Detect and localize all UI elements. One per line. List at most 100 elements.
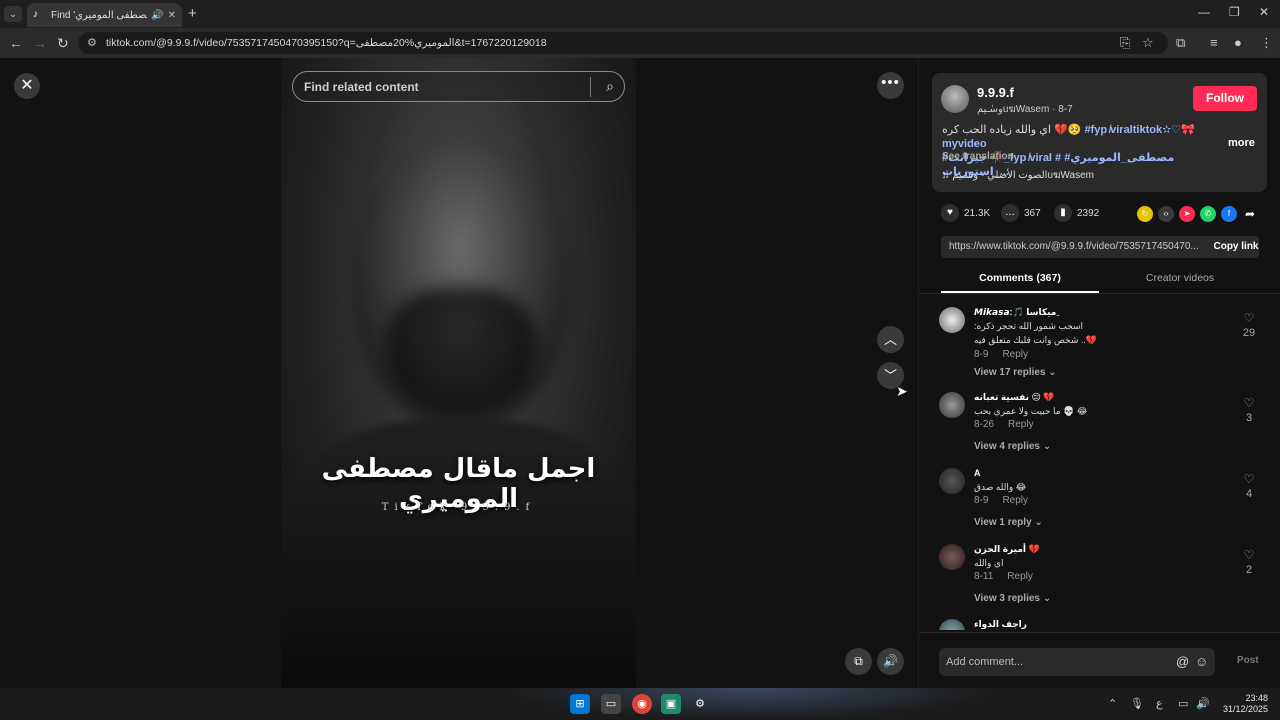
share-link-box[interactable]: https://www.tiktok.com/@9.9.9.f/video/75… [941,236,1259,258]
comment-like-count: 3 [1245,412,1253,424]
microphone-icon[interactable]: 🎙 [1130,697,1144,710]
forward-icon[interactable]: → [33,35,47,51]
view-replies-button[interactable]: View 1 reply ⌄ [974,517,1043,528]
settings-icon[interactable]: ⚙ [690,694,710,714]
author-name[interactable]: 9.9.9.f [977,85,1014,100]
reply-button[interactable]: Reply [1008,419,1034,430]
tab-comments[interactable]: Comments (367) [941,268,1099,293]
volume-button[interactable]: 🔊 [877,648,904,675]
comment-user[interactable]: راجف الدواء [974,619,1027,630]
comment-stat[interactable]: … 367 [1001,204,1041,222]
comment-user[interactable]: أميرة الحزن 💔 [974,544,1040,555]
tab-list-button[interactable]: ⌄ [4,6,22,22]
view-replies-button[interactable]: View 17 replies ⌄ [974,367,1057,378]
like-stat[interactable]: ♥ 21.3K [941,204,990,222]
comment-meta: 8-9 Reply [974,495,1028,506]
chrome-icon[interactable]: ◉ [632,694,652,714]
video-watermark: TikTok 9.9.9.f [381,502,536,513]
file-explorer-icon[interactable]: ▭ [601,694,621,714]
more-options-button[interactable]: ••• [877,72,904,99]
browser-tab[interactable]: ♪ Find 'مصطفى الموميري' on TikTok 🔊 ✕ [27,3,182,27]
view-replies-label: View 4 replies [974,441,1040,452]
author-subtitle: وسٰـيمuฆWasem · 8-7 [977,104,1073,115]
comment-like[interactable]: ♡ 29 [1237,311,1261,339]
music-link[interactable]: ♫ الصوت الأصلي - وسٰـيمuฆWasem [942,168,1094,183]
previous-video-button[interactable]: ︿ [877,326,904,353]
emoji-icon[interactable]: ☺ [1195,648,1208,676]
close-video-button[interactable]: ✕ [14,73,40,99]
find-related-search[interactable]: Find related content ⌕ [292,71,625,102]
mention-icon[interactable]: @ [1176,648,1189,676]
author-avatar[interactable] [941,85,969,113]
tabs-divider [919,293,1280,294]
whatsapp-icon[interactable]: ✆ [1200,206,1216,222]
share-link-text: https://www.tiktok.com/@9.9.9.f/video/75… [949,241,1199,252]
save-stat[interactable]: ▮ 2392 [1054,204,1099,222]
bookmark-star-icon[interactable]: ☆ [1142,35,1154,51]
video-player[interactable]: اجمل ماقال مصطفى الموميري TikTok 9.9.9.f [281,58,636,688]
facebook-icon[interactable]: f [1221,206,1237,222]
tray-expand-icon[interactable]: ⌃ [1108,697,1117,710]
comment-avatar[interactable] [939,307,965,333]
comment-avatar[interactable] [939,619,965,630]
save-count: 2392 [1077,207,1100,219]
view-replies-label: View 3 replies [974,593,1040,604]
window-close-button[interactable]: ✕ [1259,5,1269,19]
network-icon[interactable]: ▭ [1178,697,1188,710]
reply-button[interactable]: Reply [1007,571,1033,582]
reload-icon[interactable]: ↻ [57,35,69,52]
reply-button[interactable]: Reply [1002,349,1028,360]
post-button[interactable]: Post [1237,655,1259,666]
add-comment-input[interactable]: Add comment... @ ☺ [939,648,1215,676]
comment-count: 367 [1024,207,1041,219]
comment-avatar[interactable] [939,544,965,570]
view-replies-button[interactable]: View 4 replies ⌄ [974,441,1051,452]
url-field[interactable]: ⚙ tiktok.com/@9.9.9.f/video/753571745047… [78,32,1168,54]
floating-player-button[interactable]: ⧉ [845,648,872,675]
comment-user[interactable]: A [974,468,981,478]
reading-list-icon[interactable]: ≡ [1210,35,1218,50]
comment-user[interactable]: نفسية تعبانه 😔 💔 [974,392,1055,403]
back-icon[interactable]: ← [9,35,23,51]
copy-link-button[interactable]: Copy link [1213,236,1259,258]
details-panel: 9.9.9.f وسٰـيمuฆWasem · 8-7 Follow اي وا… [918,58,1280,688]
profile-avatar-icon[interactable]: ● [1234,35,1242,50]
comment-like[interactable]: ♡ 4 [1237,472,1261,500]
extensions-icon[interactable]: ⧉ [1176,35,1185,51]
language-indicator[interactable]: ع [1156,697,1163,710]
tab-close-icon[interactable]: ✕ [168,10,176,21]
share-icon[interactable]: ➦ [1242,206,1258,222]
browser-menu-icon[interactable]: ⋮ [1260,35,1273,51]
view-replies-button[interactable]: View 3 replies ⌄ [974,593,1051,604]
app-icon[interactable]: ▣ [661,694,681,714]
see-translation-link[interactable]: See translation [942,151,1014,162]
tab-creator-videos[interactable]: Creator videos [1101,268,1259,293]
restore-button[interactable]: ❐ [1229,5,1240,19]
stats-row: ♥ 21.3K … 367 ▮ 2392 ↻ ‹› ➤ ✆ f ➦ [941,204,1261,226]
volume-tray-icon[interactable]: 🔊 [1196,697,1210,710]
speaker-icon[interactable]: 🔊 [151,10,163,21]
comment-like[interactable]: ♡ 3 [1237,396,1261,424]
comment-user[interactable]: 𝙈𝙞𝙠𝙖𝙨𝙖:🎵 ميكاسا ِ [974,307,1059,318]
site-info-icon[interactable]: ⚙ [87,32,97,54]
embed-icon[interactable]: ‹› [1158,206,1174,222]
comment-avatar[interactable] [939,468,965,494]
send-icon[interactable]: ➤ [1179,206,1195,222]
reply-button[interactable]: Reply [1002,495,1028,506]
taskbar: ⊞ ▭ ◉ ▣ ⚙ ⌃ 🎙 ع ▭ 🔊 23:48 31/12/2025 [0,688,1280,720]
repost-icon[interactable]: ↻ [1137,206,1153,222]
heart-icon: ♡ [1243,472,1255,486]
new-tab-button[interactable]: + [188,5,197,22]
follow-button[interactable]: Follow [1193,86,1257,111]
install-app-icon[interactable]: ⎘ [1120,35,1130,51]
comment-avatar[interactable] [939,392,965,418]
comment-like[interactable]: ♡ 2 [1237,548,1261,576]
minimize-button[interactable]: — [1198,5,1210,19]
start-icon[interactable]: ⊞ [570,694,590,714]
tiktok-favicon-icon: ♪ [33,9,38,20]
comment-meta: 8-11 Reply [974,571,1033,582]
more-link[interactable]: more [1228,137,1255,149]
search-icon[interactable]: ⌕ [606,78,614,95]
comment-text: اي والله [974,558,1004,568]
system-clock[interactable]: 23:48 31/12/2025 [1214,693,1268,715]
